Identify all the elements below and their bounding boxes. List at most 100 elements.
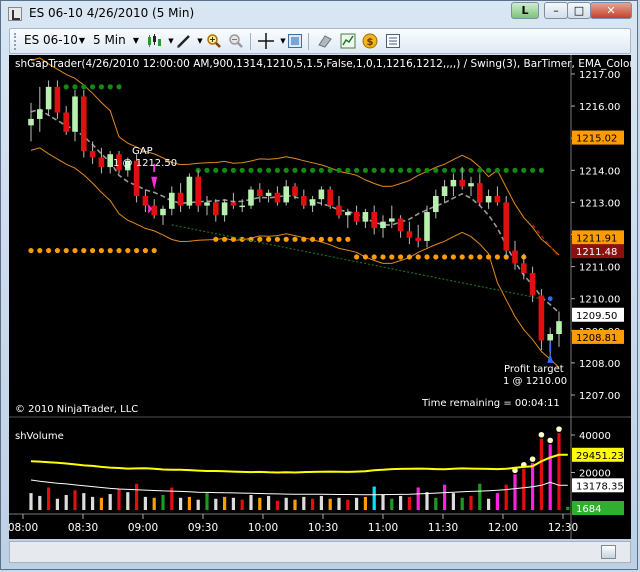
time-tick-label: 09:00 [128, 522, 158, 534]
resistance-dot [406, 167, 412, 173]
candle-body [547, 334, 553, 341]
support-dot [98, 247, 104, 254]
candle-body [521, 263, 527, 274]
resistance-dot [415, 167, 421, 173]
volume-bar [152, 497, 156, 510]
exit-arrow-marker [549, 343, 552, 352]
resistance-dot [274, 167, 280, 173]
close-button[interactable]: ✕ [590, 2, 632, 19]
crosshair-icon[interactable] [258, 33, 274, 49]
exit-dot-marker [547, 296, 553, 302]
volume-bar [319, 495, 323, 510]
horizontal-scrollbar[interactable] [9, 541, 631, 563]
support-dot [292, 236, 298, 242]
volume-bar [566, 506, 570, 510]
volume-bar [126, 492, 130, 510]
candle-body [230, 202, 237, 206]
support-dot [90, 247, 96, 254]
interval-selector[interactable]: 5 Min [93, 33, 126, 47]
volume-bar [557, 433, 561, 510]
toolbar-grip[interactable] [14, 33, 16, 50]
candle-body [406, 231, 413, 238]
template-icon[interactable] [317, 33, 333, 49]
zoom-in-icon[interactable] [206, 33, 222, 49]
chart-toolbar: ES 06-10 ▼ 5 Min ▼ ▼ ▼ ▼ $ [9, 28, 631, 54]
candle-body [265, 192, 272, 196]
support-dot [442, 254, 448, 260]
resistance-dot [336, 167, 342, 173]
data-box-icon[interactable] [287, 33, 303, 49]
volume-bar [205, 493, 209, 510]
volume-bar [231, 497, 235, 510]
candle-body [177, 192, 184, 206]
support-dot [274, 236, 280, 242]
volume-bar [504, 484, 508, 510]
minimize-button[interactable]: – [544, 2, 568, 19]
time-tick-label: 09:30 [188, 522, 218, 534]
chevron-down-icon[interactable]: ▼ [128, 33, 144, 49]
candle-body [204, 202, 210, 206]
volume-bar [539, 438, 543, 510]
candle-body [151, 205, 157, 216]
candle-body [353, 212, 360, 222]
strategies-icon[interactable]: $ [362, 33, 378, 49]
volume-bar [311, 498, 315, 510]
pen-icon[interactable] [176, 33, 192, 49]
support-dot [450, 254, 456, 260]
candle-body [441, 186, 448, 196]
chevron-down-icon[interactable]: ▼ [74, 33, 90, 49]
resistance-dot [450, 167, 456, 173]
resistance-dot [371, 167, 377, 173]
support-dot [336, 236, 342, 242]
profit-target-label: Profit target [504, 364, 564, 375]
volume-bar [451, 493, 455, 510]
properties-icon[interactable] [385, 33, 401, 49]
candle-body [301, 195, 307, 206]
zoom-out-icon[interactable] [228, 33, 244, 49]
chart-window: ES 06-10 4/26/2010 (5 Min) L – □ ✕ ES 06… [0, 0, 640, 570]
price-tick-label: 1211.00 [579, 263, 620, 274]
volume-bar [513, 474, 517, 510]
support-dot [213, 236, 219, 242]
candle-body [336, 205, 342, 216]
link-button[interactable]: L [511, 2, 539, 19]
support-dot [63, 247, 69, 254]
scrollbar-thumb[interactable] [601, 545, 616, 559]
volume-bar [522, 468, 526, 510]
support-dot [222, 236, 228, 242]
resistance-dot [345, 167, 351, 173]
candle-body [221, 202, 228, 216]
volume-bar [390, 498, 394, 510]
title-bar[interactable]: ES 06-10 4/26/2010 (5 Min) L – □ ✕ [1, 1, 639, 27]
candle-body [380, 221, 386, 229]
support-dot [301, 236, 307, 242]
support-dot [433, 254, 439, 260]
candle-body [72, 96, 78, 132]
candle-body [362, 212, 369, 222]
chart-canvas[interactable]: 1217.001216.001215.001214.001213.001212.… [8, 55, 640, 539]
volume-bar [355, 497, 359, 510]
resistance-dot [468, 167, 474, 173]
resistance-dot [424, 167, 430, 173]
volume-bar [487, 498, 491, 510]
resistance-dot [72, 84, 78, 90]
support-dot [468, 254, 474, 260]
volume-bar [47, 487, 51, 510]
price-tick-label: 1216.00 [579, 102, 620, 113]
candlestick-icon[interactable] [146, 33, 162, 49]
candle-body [327, 189, 333, 206]
support-dot [477, 254, 483, 260]
resistance-dot [283, 167, 289, 173]
volume-spike-dot [538, 431, 545, 438]
instrument-selector[interactable]: ES 06-10 [24, 33, 78, 47]
candle-body [160, 208, 166, 216]
maximize-button[interactable]: □ [567, 2, 591, 19]
indicators-icon[interactable] [340, 33, 356, 49]
chart-area[interactable]: 1217.001216.001215.001214.001213.001212.… [8, 55, 640, 539]
support-dot [459, 254, 465, 260]
resistance-dot [380, 167, 386, 173]
candle-body [54, 86, 61, 113]
candle-body [63, 112, 69, 132]
support-dot [327, 236, 333, 242]
price-tag-label: 1211.48 [576, 247, 617, 258]
